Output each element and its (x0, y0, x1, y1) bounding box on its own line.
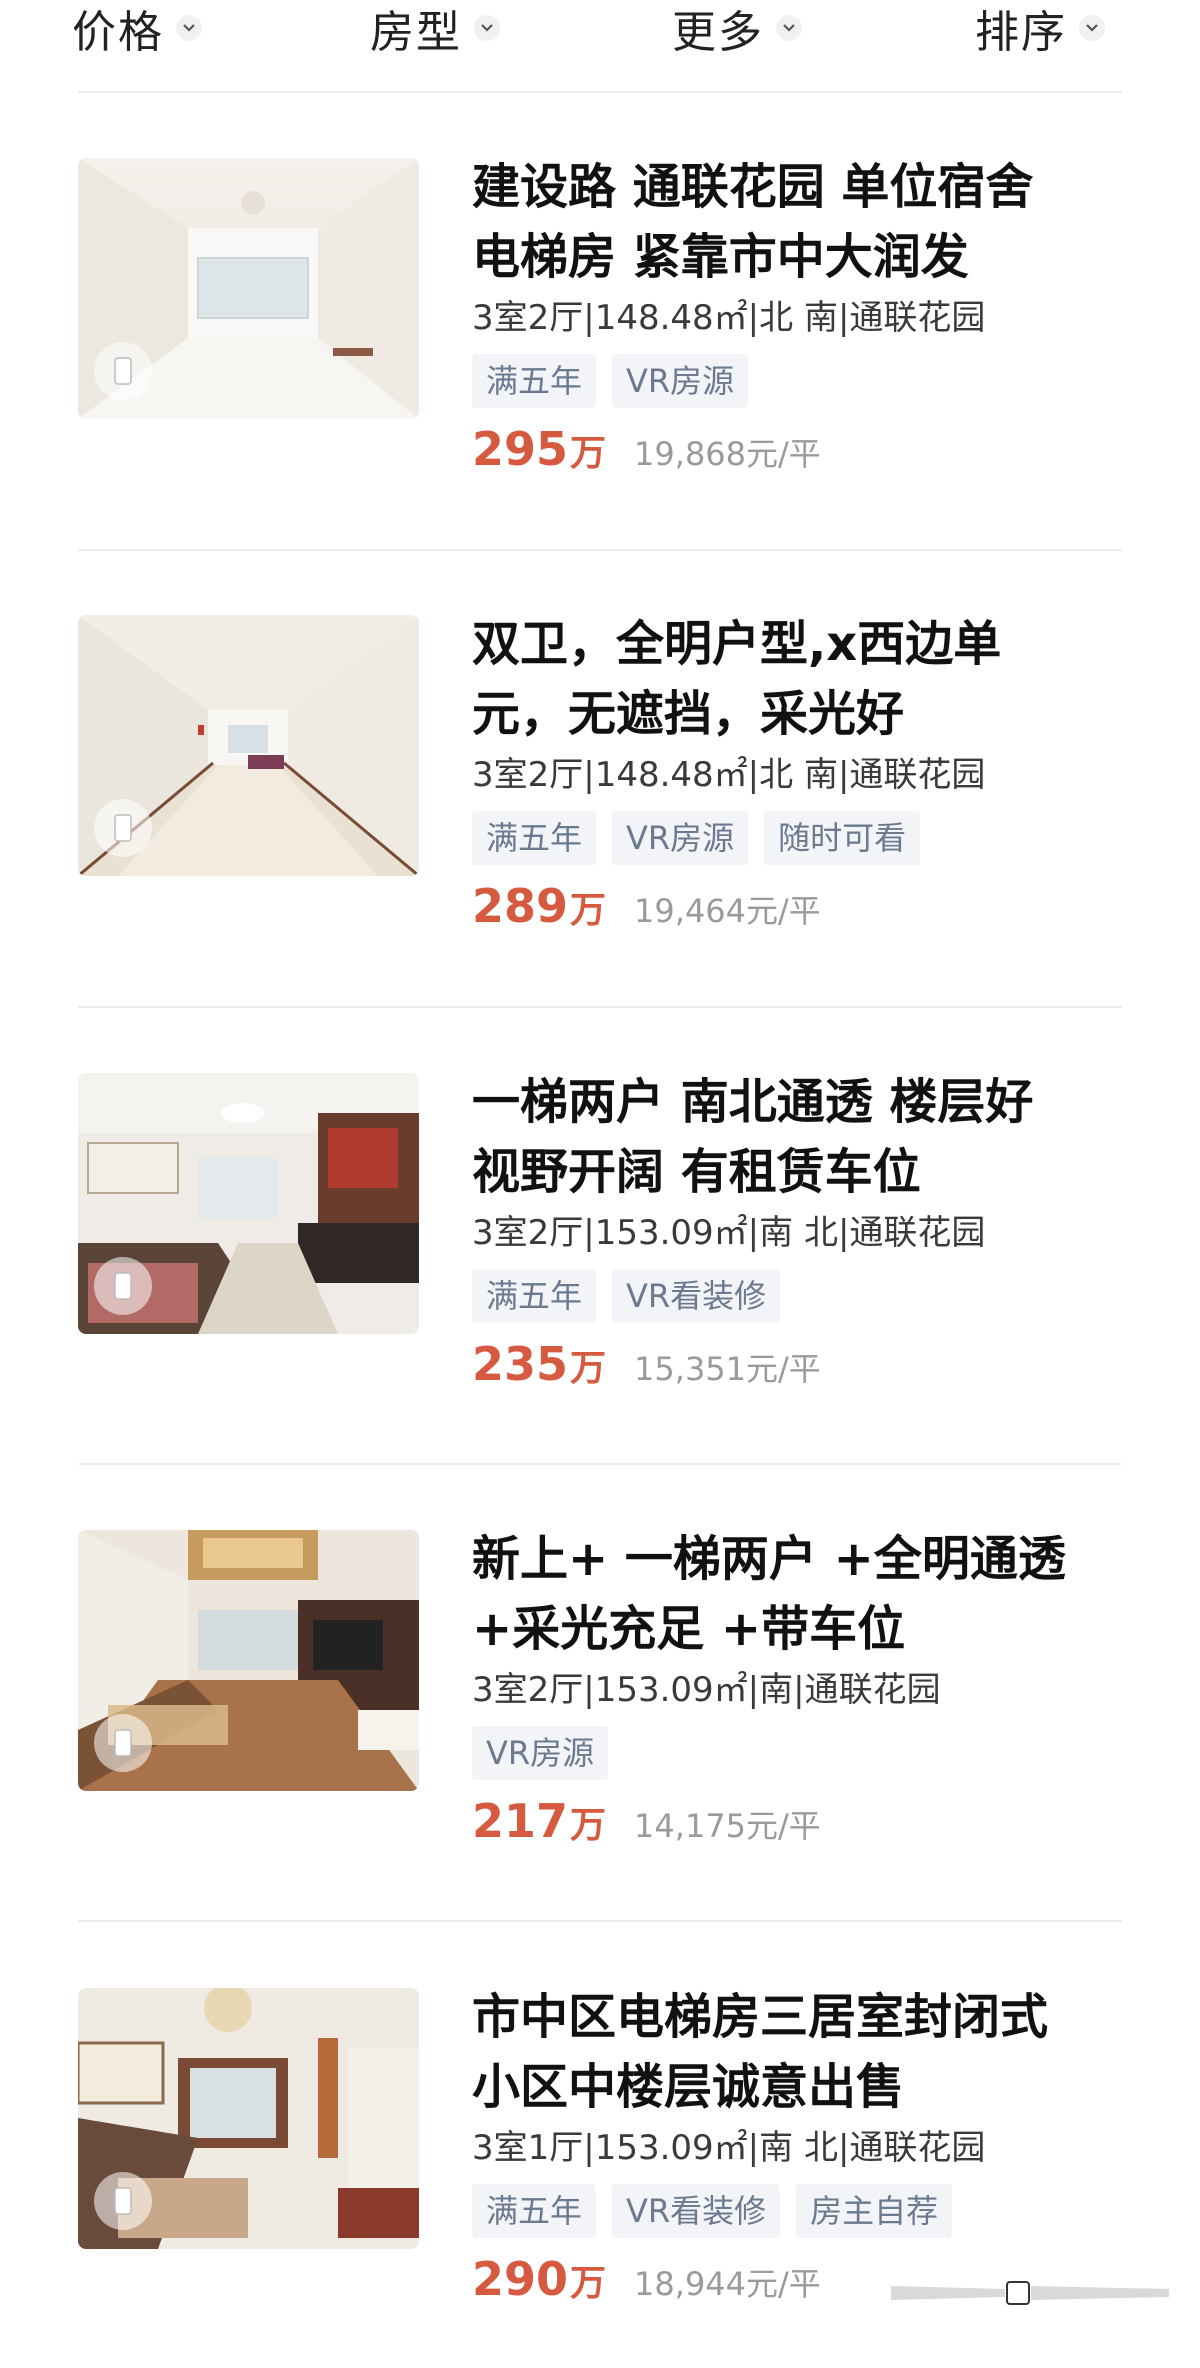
listing-card[interactable]: 市中区电梯房三居室封闭式 小区中楼层诚意出售 3室1厅|153.09㎡|南 北|… (78, 1988, 1122, 2368)
listing-price-row: 235 万 15,351元/平 (472, 1337, 1122, 1391)
listing-title-line: +采光充足 +带车位 (472, 1601, 906, 1657)
vr-icon (94, 1714, 152, 1772)
listing-tags: 满五年 VR看装修 房主自荐 (472, 2184, 1122, 2238)
listing-info: 新上+ 一梯两户 +全明通透 +采光充足 +带车位 3室2厅|153.09㎡|南… (472, 1530, 1122, 1848)
listing-tag: VR房源 (612, 811, 749, 865)
listing-tag: VR看装修 (612, 2184, 781, 2238)
listing-info: 双卫，全明户型,x西边单 元，无遮挡，采光好 3室2厅|148.48㎡|北 南|… (472, 615, 1122, 933)
listing-tag: 满五年 (472, 811, 597, 865)
filter-sort-label: 排序 (975, 7, 1067, 58)
filter-price[interactable]: 价格 (72, 0, 202, 58)
listing-price-unit: 万 (570, 2263, 607, 2304)
filter-price-label: 价格 (72, 7, 164, 58)
listing-tags: 满五年 VR房源 (472, 354, 1122, 408)
chevron-down-icon (176, 15, 202, 41)
listing-title-line: 元，无遮挡，采光好 (472, 686, 905, 742)
vr-icon (94, 799, 152, 857)
listing-meta: 3室2厅|153.09㎡|南 北|通联花园 (472, 1213, 986, 1253)
listing-price: 290 (472, 2252, 569, 2306)
listing-tag: VR房源 (612, 354, 749, 408)
listing-unit-price: 18,944元/平 (634, 2265, 821, 2303)
listing-meta: 3室1厅|153.09㎡|南 北|通联花园 (472, 2128, 986, 2168)
listing-price-row: 289 万 19,464元/平 (472, 879, 1122, 933)
listing-price: 295 (472, 422, 569, 476)
listing-title-line: 视野开阔 有租赁车位 (472, 1144, 921, 1200)
listing-photo[interactable] (78, 615, 419, 876)
filter-bar: 价格 房型 更多 排序 (0, 0, 1200, 90)
listing-card[interactable]: 双卫，全明户型,x西边单 元，无遮挡，采光好 3室2厅|148.48㎡|北 南|… (78, 615, 1122, 995)
listing-title-line: 建设路 通联花园 单位宿舍 (472, 159, 1034, 215)
listing-photo[interactable] (78, 1530, 419, 1791)
listing-info: 建设路 通联花园 单位宿舍 电梯房 紧靠市中大润发 3室2厅|148.48㎡|北… (472, 158, 1122, 476)
listing-meta: 3室2厅|148.48㎡|北 南|通联花园 (472, 755, 986, 795)
listing-unit-price: 19,464元/平 (634, 892, 821, 930)
listing-photo[interactable] (78, 1073, 419, 1334)
listing-price-row: 217 万 14,175元/平 (472, 1794, 1122, 1848)
listing-unit-price: 15,351元/平 (634, 1350, 821, 1388)
listing-tags: 满五年 VR看装修 (472, 1269, 1122, 1323)
filter-sort[interactable]: 排序 (975, 0, 1105, 58)
listing-title: 双卫，全明户型,x西边单 元，无遮挡，采光好 (472, 609, 1122, 749)
listing-photo[interactable] (78, 158, 419, 419)
listing-title-line: 一梯两户 南北通透 楼层好 (472, 1074, 1034, 1130)
vr-icon (94, 342, 152, 400)
listing-price-unit: 万 (570, 1805, 607, 1846)
listing-card[interactable]: 建设路 通联花园 单位宿舍 电梯房 紧靠市中大润发 3室2厅|148.48㎡|北… (78, 158, 1122, 538)
listing-title-line: 市中区电梯房三居室封闭式 (472, 1989, 1049, 2045)
listing-meta: 3室2厅|148.48㎡|北 南|通联花园 (472, 298, 986, 338)
listing-info: 一梯两户 南北通透 楼层好 视野开阔 有租赁车位 3室2厅|153.09㎡|南 … (472, 1073, 1122, 1391)
divider (78, 1920, 1122, 1922)
listing-price-unit: 万 (570, 433, 607, 474)
listing-tag: VR看装修 (612, 1269, 781, 1323)
vr-icon (94, 1257, 152, 1315)
filter-room-type-label: 房型 (370, 7, 462, 58)
listing-info: 市中区电梯房三居室封闭式 小区中楼层诚意出售 3室1厅|153.09㎡|南 北|… (472, 1988, 1122, 2306)
listing-title: 建设路 通联花园 单位宿舍 电梯房 紧靠市中大润发 (472, 152, 1122, 292)
listing-title: 市中区电梯房三居室封闭式 小区中楼层诚意出售 (472, 1982, 1122, 2122)
listing-meta: 3室2厅|153.09㎡|南|通联花园 (472, 1670, 941, 1710)
vr-icon (94, 2172, 152, 2230)
divider (78, 549, 1122, 551)
listing-title: 一梯两户 南北通透 楼层好 视野开阔 有租赁车位 (472, 1067, 1122, 1207)
listing-tags: VR房源 (472, 1726, 1122, 1780)
listing-tag: 满五年 (472, 1269, 597, 1323)
scroll-handle[interactable] (885, 2276, 1175, 2310)
listing-title-line: 电梯房 紧靠市中大润发 (472, 229, 969, 285)
divider (78, 1006, 1122, 1008)
listing-title: 新上+ 一梯两户 +全明通透 +采光充足 +带车位 (472, 1524, 1122, 1664)
listing-price-unit: 万 (570, 1348, 607, 1389)
chevron-down-icon (776, 15, 802, 41)
listing-unit-price: 19,868元/平 (634, 435, 821, 473)
listing-price: 289 (472, 879, 569, 933)
listing-tag: VR房源 (472, 1726, 609, 1780)
listing-tag: 房主自荐 (796, 2184, 953, 2238)
listing-tag: 满五年 (472, 354, 597, 408)
divider (78, 91, 1122, 93)
listing-card[interactable]: 一梯两户 南北通透 楼层好 视野开阔 有租赁车位 3室2厅|153.09㎡|南 … (78, 1073, 1122, 1453)
listing-photo[interactable] (78, 1988, 419, 2249)
listing-price-row: 295 万 19,868元/平 (472, 422, 1122, 476)
filter-room-type[interactable]: 房型 (370, 0, 500, 58)
listing-tag: 随时可看 (764, 811, 921, 865)
filter-more[interactable]: 更多 (672, 0, 802, 58)
listing-tag: 满五年 (472, 2184, 597, 2238)
divider (78, 1463, 1122, 1465)
listing-price: 235 (472, 1337, 569, 1391)
listing-title-line: 小区中楼层诚意出售 (472, 2059, 905, 2115)
listing-price: 217 (472, 1794, 569, 1848)
listing-title-line: 新上+ 一梯两户 +全明通透 (472, 1531, 1066, 1587)
listing-tags: 满五年 VR房源 随时可看 (472, 811, 1122, 865)
listing-price-unit: 万 (570, 890, 607, 931)
listing-unit-price: 14,175元/平 (634, 1807, 821, 1845)
chevron-down-icon (1079, 15, 1105, 41)
filter-more-label: 更多 (672, 7, 764, 58)
chevron-down-icon (474, 15, 500, 41)
listing-card[interactable]: 新上+ 一梯两户 +全明通透 +采光充足 +带车位 3室2厅|153.09㎡|南… (78, 1530, 1122, 1910)
listing-title-line: 双卫，全明户型,x西边单 (472, 616, 1002, 672)
